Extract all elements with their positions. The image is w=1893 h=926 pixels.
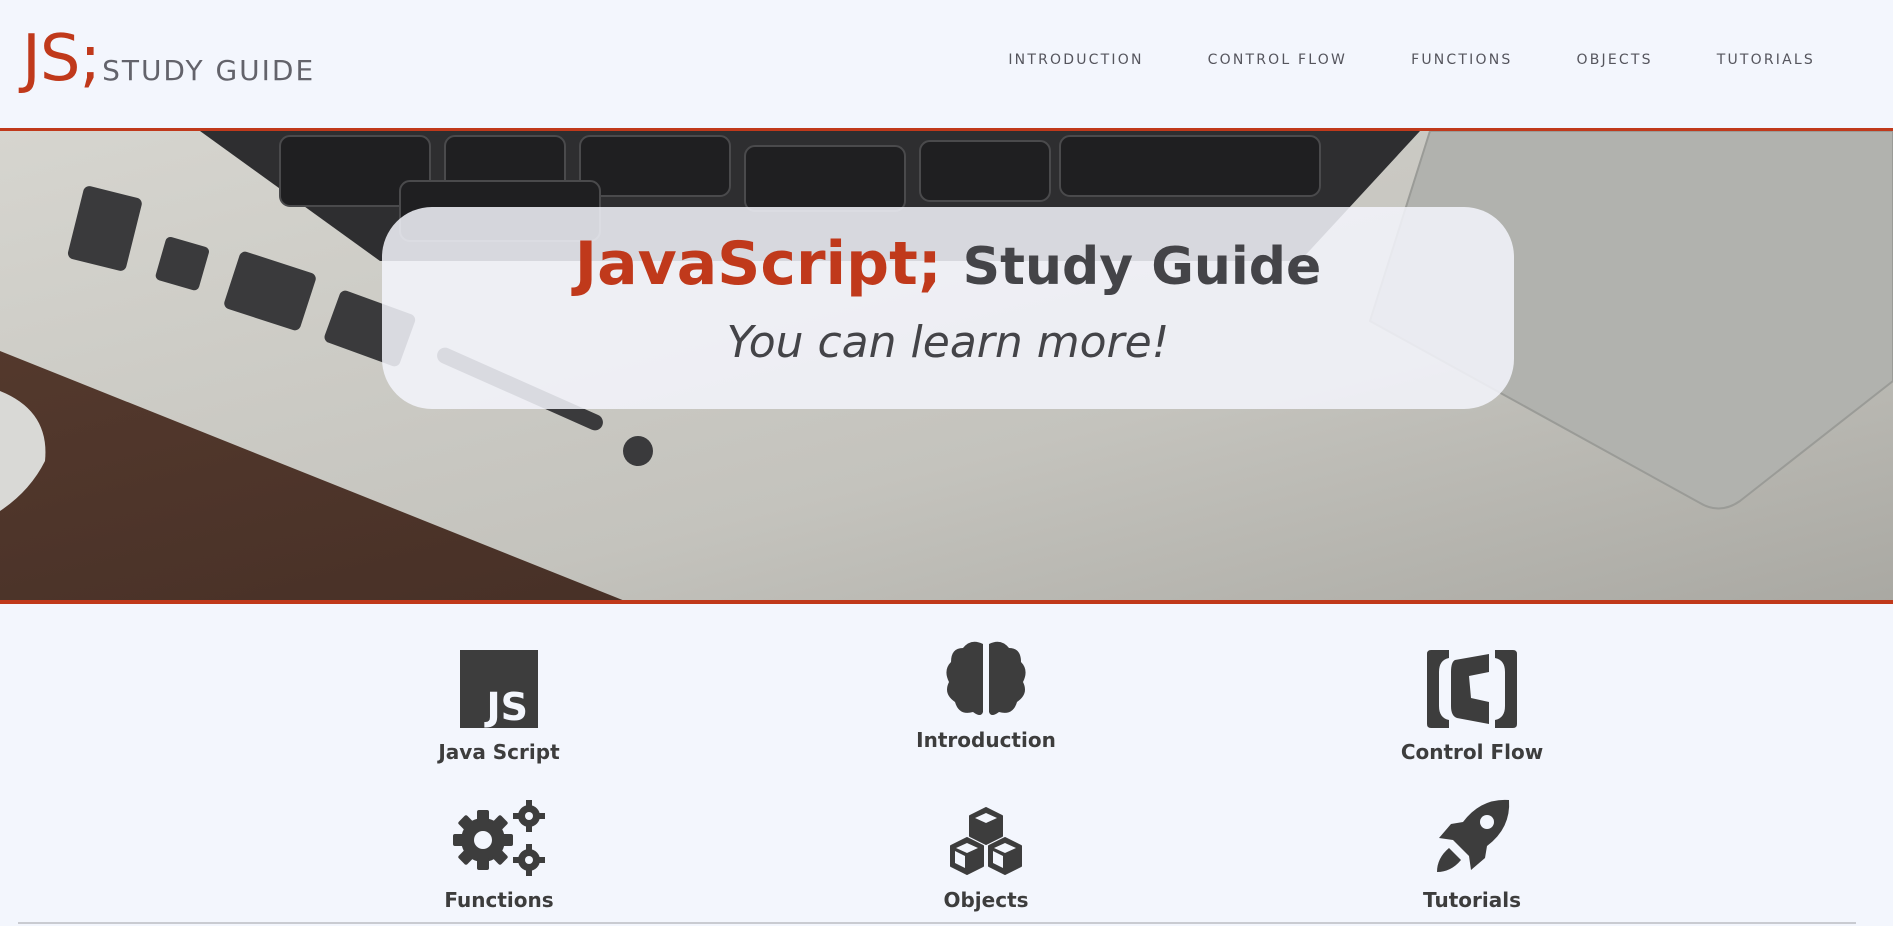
feature-java-script[interactable]: JS Java Script xyxy=(349,648,649,764)
brackets-icon xyxy=(1322,648,1622,728)
nav-objects[interactable]: OBJECTS xyxy=(1576,52,1652,68)
svg-text:JS: JS xyxy=(483,685,528,728)
hero-subtitle: You can learn more! xyxy=(726,317,1170,368)
site-header: JS;STUDY GUIDE INTRODUCTION CONTROL FLOW… xyxy=(0,0,1893,128)
hero-banner: JavaScript; Study Guide You can learn mo… xyxy=(0,128,1893,604)
site-logo[interactable]: JS;STUDY GUIDE xyxy=(22,22,315,96)
cubes-icon xyxy=(836,796,1136,876)
feature-control-flow[interactable]: Control Flow xyxy=(1322,648,1622,764)
feature-objects[interactable]: Objects xyxy=(836,796,1136,912)
gears-icon xyxy=(349,796,649,876)
logo-mark: JS; xyxy=(22,22,101,96)
hero-title-accent: JavaScript; xyxy=(574,229,942,299)
js-icon: JS xyxy=(349,648,649,728)
feature-label: Java Script xyxy=(438,740,560,764)
main-nav: INTRODUCTION CONTROL FLOW FUNCTIONS OBJE… xyxy=(944,52,1815,68)
feature-functions[interactable]: Functions xyxy=(349,796,649,912)
hero-title-rest: Study Guide xyxy=(962,237,1322,297)
feature-label: Control Flow xyxy=(1400,740,1544,764)
nav-functions[interactable]: FUNCTIONS xyxy=(1411,52,1512,68)
logo-text: STUDY GUIDE xyxy=(102,54,316,87)
bottom-divider xyxy=(18,922,1856,924)
nav-introduction[interactable]: INTRODUCTION xyxy=(1008,52,1143,68)
brain-icon xyxy=(836,641,1136,716)
feature-introduction[interactable]: Introduction xyxy=(836,641,1136,752)
hero-card: JavaScript; Study Guide You can learn mo… xyxy=(382,207,1514,409)
nav-control-flow[interactable]: CONTROL FLOW xyxy=(1208,52,1347,68)
nav-tutorials[interactable]: TUTORIALS xyxy=(1717,52,1815,68)
hero-title: JavaScript; Study Guide xyxy=(382,229,1514,299)
feature-tutorials[interactable]: Tutorials xyxy=(1322,796,1622,912)
feature-label: Introduction xyxy=(916,728,1056,752)
rocket-icon xyxy=(1322,796,1622,876)
feature-label: Objects xyxy=(943,888,1029,912)
feature-label: Functions xyxy=(444,888,554,912)
feature-label: Tutorials xyxy=(1423,888,1521,912)
